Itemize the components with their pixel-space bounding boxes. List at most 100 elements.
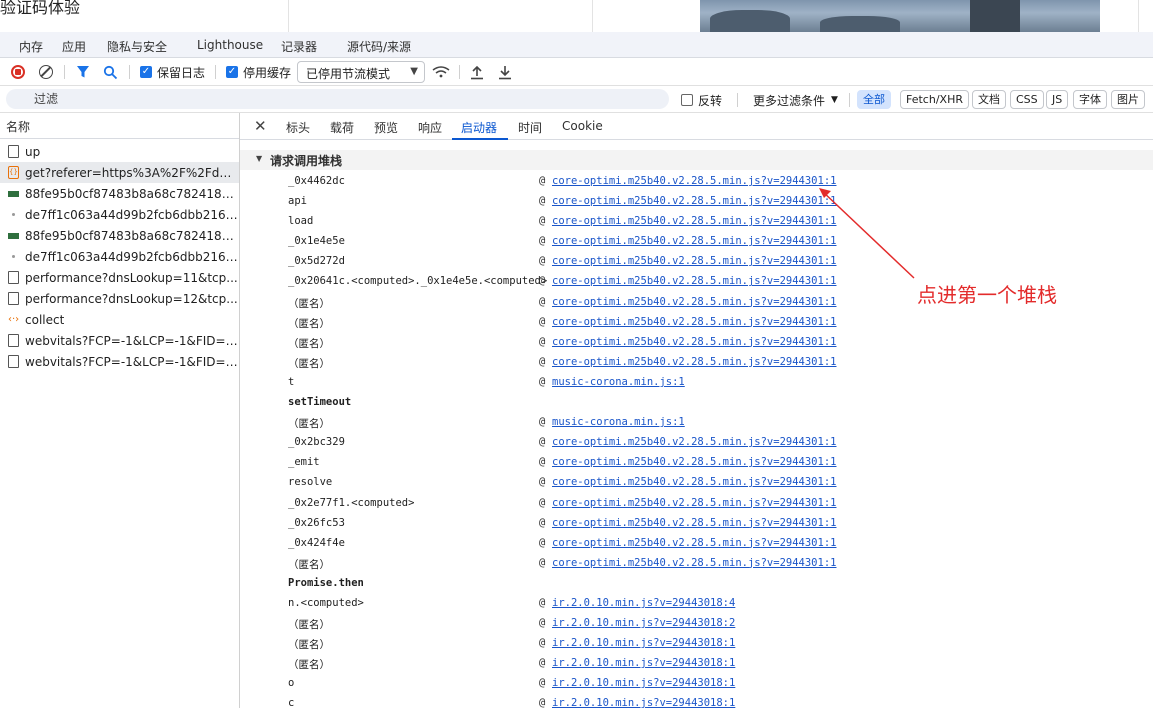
source-link[interactable]: core-optimi.m25b40.v2.28.5.min.js?v=2944… bbox=[552, 195, 836, 207]
toolbar-divider bbox=[215, 65, 216, 79]
request-row[interactable]: de7ff1c063a44d99b2fcb6dbb216b... bbox=[0, 246, 239, 267]
source-link[interactable]: core-optimi.m25b40.v2.28.5.min.js?v=2944… bbox=[552, 456, 836, 468]
network-conditions-button[interactable] bbox=[432, 64, 450, 80]
tab-headers[interactable]: 标头 bbox=[286, 119, 310, 136]
tab-initiator[interactable]: 启动器 bbox=[461, 119, 497, 136]
tab-preview[interactable]: 预览 bbox=[374, 119, 398, 136]
source-link[interactable]: core-optimi.m25b40.v2.28.5.min.js?v=2944… bbox=[552, 255, 836, 267]
source-link[interactable]: music-corona.min.js:1 bbox=[552, 376, 685, 388]
call-stack-section-header[interactable]: ▼ 请求调用堆栈 bbox=[240, 150, 1153, 170]
disable-cache-checkbox[interactable]: ✓ 停用缓存 bbox=[226, 64, 291, 80]
source-link[interactable]: ir.2.0.10.min.js?v=29443018:2 bbox=[552, 617, 735, 629]
request-row[interactable]: {} get?referer=https%3A%2F%2Fdun... bbox=[0, 162, 239, 183]
at-sign: @ bbox=[539, 516, 546, 529]
type-chip-img[interactable]: 图片 bbox=[1111, 90, 1145, 109]
type-chip-doc[interactable]: 文档 bbox=[972, 90, 1006, 109]
source-link[interactable]: ir.2.0.10.min.js?v=29443018:1 bbox=[552, 697, 735, 708]
panel-tab-memory[interactable]: 内存 bbox=[19, 38, 43, 55]
stack-frame-row: （匿名） @ core-optimi.m25b40.v2.28.5.min.js?v… bbox=[240, 313, 1153, 333]
type-chip-fetch-xhr[interactable]: Fetch/XHR bbox=[900, 90, 969, 109]
source-link[interactable]: ir.2.0.10.min.js?v=29443018:1 bbox=[552, 637, 735, 649]
stack-frame-row: （匿名） @ ir.2.0.10.min.js?v=29443018:1 bbox=[240, 654, 1153, 674]
tab-cookies[interactable]: Cookie bbox=[562, 119, 603, 133]
function-name: _0x424f4e bbox=[288, 536, 345, 549]
source-link[interactable]: core-optimi.m25b40.v2.28.5.min.js?v=2944… bbox=[552, 557, 836, 569]
function-name: （匿名） bbox=[288, 619, 330, 632]
request-row[interactable]: 88fe95b0cf87483b8a68c7824187b... bbox=[0, 225, 239, 246]
function-name: t bbox=[288, 375, 295, 388]
export-har-button[interactable] bbox=[498, 64, 512, 80]
stack-frame-row: _emit @ core-optimi.m25b40.v2.28.5.min.js?… bbox=[240, 453, 1153, 473]
at-sign: @ bbox=[539, 596, 546, 609]
search-button[interactable] bbox=[103, 64, 118, 80]
source-link[interactable]: ir.2.0.10.min.js?v=29443018:1 bbox=[552, 677, 735, 689]
invert-checkbox[interactable]: 反转 bbox=[681, 92, 722, 108]
record-button[interactable] bbox=[11, 64, 25, 80]
import-har-button[interactable] bbox=[470, 64, 484, 80]
type-chip-js[interactable]: JS bbox=[1046, 90, 1069, 109]
source-link[interactable]: core-optimi.m25b40.v2.28.5.min.js?v=2944… bbox=[552, 537, 836, 549]
stack-frame-row: _0x424f4e @ core-optimi.m25b40.v2.28.5.min… bbox=[240, 534, 1153, 554]
filter-bar: ▽ 过滤 反转 更多过滤条件 ▼ 全部 Fetch/XHR 文档 CSS JS … bbox=[0, 86, 1153, 113]
at-sign: @ bbox=[539, 235, 546, 248]
mountain-shape bbox=[820, 16, 900, 32]
request-row[interactable]: webvitals?FCP=-1&LCP=-1&FID=-... bbox=[0, 351, 239, 372]
disable-cache-label: 停用缓存 bbox=[243, 65, 292, 80]
request-name: de7ff1c063a44d99b2fcb6dbb216b... bbox=[25, 249, 239, 264]
panel-tab-application[interactable]: 应用 bbox=[62, 38, 86, 55]
source-link[interactable]: core-optimi.m25b40.v2.28.5.min.js?v=2944… bbox=[552, 476, 836, 488]
source-link[interactable]: music-corona.min.js:1 bbox=[552, 416, 685, 428]
request-row[interactable]: de7ff1c063a44d99b2fcb6dbb216b... bbox=[0, 204, 239, 225]
filter-toggle-button[interactable] bbox=[76, 64, 90, 80]
source-link[interactable]: core-optimi.m25b40.v2.28.5.min.js?v=2944… bbox=[552, 517, 836, 529]
source-link[interactable]: core-optimi.m25b40.v2.28.5.min.js?v=2944… bbox=[552, 336, 836, 348]
at-sign: @ bbox=[539, 295, 546, 308]
close-icon[interactable]: ✕ bbox=[254, 117, 267, 135]
request-row[interactable]: 88fe95b0cf87483b8a68c7824187b... bbox=[0, 183, 239, 204]
preserve-log-checkbox[interactable]: ✓ 保留日志 bbox=[140, 64, 205, 80]
script-icon: ‹·› bbox=[8, 314, 20, 325]
request-row[interactable]: performance?dnsLookup=12&tcp... bbox=[0, 288, 239, 309]
source-link[interactable]: core-optimi.m25b40.v2.28.5.min.js?v=2944… bbox=[552, 175, 836, 187]
expand-triangle-icon: ▼ bbox=[256, 154, 263, 163]
type-chip-css[interactable]: CSS bbox=[1010, 90, 1044, 109]
function-name: o bbox=[288, 677, 295, 690]
tab-response[interactable]: 响应 bbox=[418, 119, 442, 136]
source-link[interactable]: ir.2.0.10.min.js?v=29443018:1 bbox=[552, 657, 735, 669]
panel-tab-recorder[interactable]: 记录器 bbox=[281, 38, 317, 55]
name-column-header[interactable]: 名称 bbox=[0, 113, 239, 139]
puzzle-piece bbox=[970, 0, 1020, 32]
source-link[interactable]: core-optimi.m25b40.v2.28.5.min.js?v=2944… bbox=[552, 497, 836, 509]
filter-input[interactable]: 过滤 bbox=[6, 89, 669, 109]
stack-frame-row: api @ core-optimi.m25b40.v2.28.5.min.js?v=… bbox=[240, 192, 1153, 212]
panel-tab-privacy[interactable]: 隐私与安全 bbox=[107, 38, 167, 55]
stack-frame-row: （匿名） @ core-optimi.m25b40.v2.28.5.min.js?v… bbox=[240, 333, 1153, 353]
request-row[interactable]: performance?dnsLookup=11&tcp... bbox=[0, 267, 239, 288]
function-name: （匿名） bbox=[288, 297, 330, 310]
source-link[interactable]: core-optimi.m25b40.v2.28.5.min.js?v=2944… bbox=[552, 296, 836, 308]
source-link[interactable]: core-optimi.m25b40.v2.28.5.min.js?v=2944… bbox=[552, 235, 836, 247]
at-sign: @ bbox=[539, 255, 546, 268]
type-chip-all[interactable]: 全部 bbox=[857, 90, 891, 109]
captcha-image bbox=[700, 0, 1100, 32]
source-link[interactable]: core-optimi.m25b40.v2.28.5.min.js?v=2944… bbox=[552, 215, 836, 227]
panel-tab-lighthouse[interactable]: Lighthouse bbox=[197, 38, 263, 52]
source-link[interactable]: core-optimi.m25b40.v2.28.5.min.js?v=2944… bbox=[552, 436, 836, 448]
request-row[interactable]: ‹·› collect bbox=[0, 309, 239, 330]
source-link[interactable]: core-optimi.m25b40.v2.28.5.min.js?v=2944… bbox=[552, 356, 836, 368]
source-link[interactable]: ir.2.0.10.min.js?v=29443018:4 bbox=[552, 597, 735, 609]
more-filters-dropdown[interactable]: 更多过滤条件 ▼ bbox=[753, 92, 838, 108]
source-link[interactable]: core-optimi.m25b40.v2.28.5.min.js?v=2944… bbox=[552, 316, 836, 328]
at-sign: @ bbox=[539, 275, 546, 288]
source-link[interactable]: core-optimi.m25b40.v2.28.5.min.js?v=2944… bbox=[552, 275, 836, 287]
type-chip-font[interactable]: 字体 bbox=[1073, 90, 1107, 109]
request-row[interactable]: up bbox=[0, 141, 239, 162]
clear-button[interactable] bbox=[39, 64, 53, 80]
throttle-select[interactable]: 已停用节流模式 ▼ bbox=[297, 61, 425, 83]
request-row[interactable]: webvitals?FCP=-1&LCP=-1&FID=-... bbox=[0, 330, 239, 351]
tab-timing[interactable]: 时间 bbox=[518, 119, 542, 136]
page-divider bbox=[592, 0, 593, 32]
tab-payload[interactable]: 载荷 bbox=[330, 119, 354, 136]
panel-tab-sources[interactable]: 源代码/来源 bbox=[347, 38, 411, 55]
dot-icon bbox=[12, 213, 15, 216]
